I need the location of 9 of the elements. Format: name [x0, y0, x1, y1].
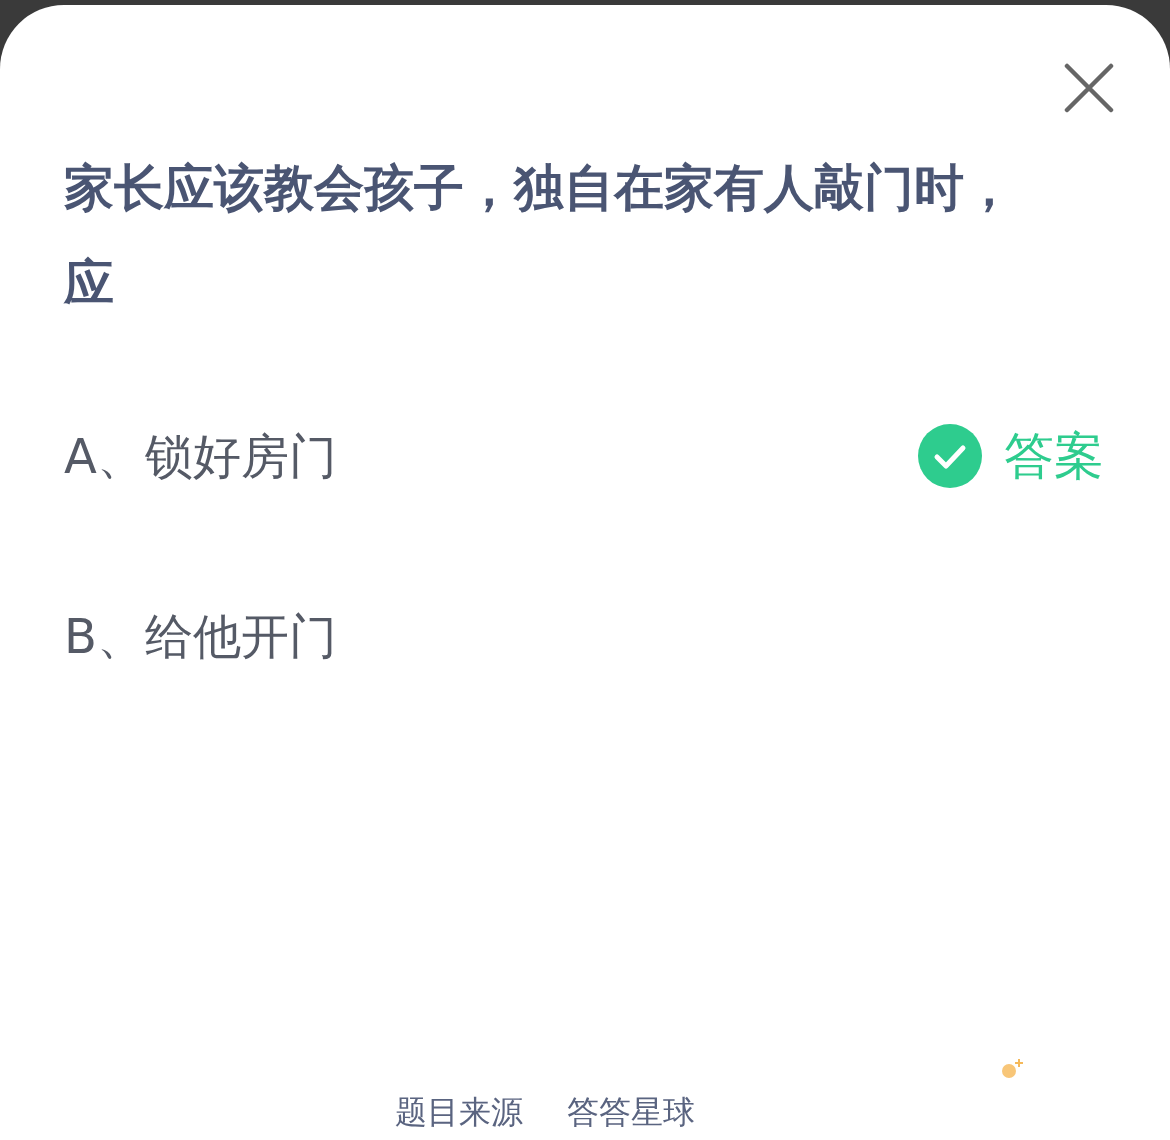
source-label: 题目来源 [395, 1092, 523, 1133]
option-text[interactable]: A、锁好房门 [64, 420, 337, 492]
close-icon[interactable] [1064, 63, 1114, 113]
option-text[interactable]: B、给他开门 [64, 600, 337, 672]
answer-label: 答案 [1004, 425, 1104, 487]
source-name: 答答星球 [567, 1092, 695, 1133]
sparkle-icon [1000, 1058, 1026, 1080]
question-text: 家长应该教会孩子，独自在家有人敲门时，应 [64, 158, 1015, 314]
check-icon [918, 424, 982, 488]
